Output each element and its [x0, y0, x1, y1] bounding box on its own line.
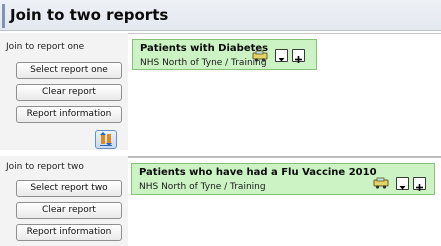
report-one-dropdown-button[interactable]	[275, 49, 288, 62]
report-two-add-button[interactable]	[413, 177, 426, 191]
report-two-label: Join to report two	[6, 162, 84, 172]
clear-report-two-button[interactable]: Clear report	[16, 202, 122, 219]
report-one-section: Join to report one Select report one Cle…	[0, 33, 441, 150]
report-two-title: Patients who have had a Flu Vaccine 2010	[139, 167, 377, 178]
swap-reports-icon	[100, 132, 112, 146]
swap-reports-button[interactable]	[95, 130, 117, 149]
report-two-section: Join to report two Select report two Cle…	[0, 156, 441, 246]
page-title: Join to two reports	[10, 6, 169, 24]
report-one-card[interactable]: Patients with Diabetes NHS North of Tyne…	[132, 39, 317, 70]
plus-icon	[295, 56, 302, 63]
select-report-two-button[interactable]: Select report two	[16, 180, 122, 197]
title-accent	[2, 4, 5, 28]
report-one-controls: Join to report one Select report one Cle…	[0, 33, 128, 150]
plus-icon	[416, 184, 423, 191]
bus-icon	[252, 50, 268, 62]
clear-report-one-button[interactable]: Clear report	[16, 84, 122, 101]
report-two-subtitle: NHS North of Tyne / Training	[139, 182, 266, 192]
dialog-title-bar: Join to two reports	[0, 0, 441, 31]
report-one-area: Patients with Diabetes NHS North of Tyne…	[128, 33, 441, 150]
report-two-card[interactable]: Patients who have had a Flu Vaccine 2010…	[131, 163, 435, 195]
report-one-title: Patients with Diabetes	[140, 43, 269, 54]
report-one-information-button[interactable]: Report information	[16, 106, 122, 123]
report-two-information-button[interactable]: Report information	[16, 224, 122, 241]
report-two-area: Patients who have had a Flu Vaccine 2010…	[128, 156, 441, 246]
dropdown-arrow-icon	[399, 186, 406, 190]
bus-icon	[373, 177, 389, 189]
report-two-controls: Join to report two Select report two Cle…	[0, 156, 128, 246]
report-one-subtitle: NHS North of Tyne / Training	[140, 58, 267, 68]
report-one-add-button[interactable]	[292, 49, 305, 63]
report-one-label: Join to report one	[6, 42, 85, 52]
dropdown-arrow-icon	[278, 58, 285, 62]
report-two-dropdown-button[interactable]	[396, 177, 409, 190]
select-report-one-button[interactable]: Select report one	[16, 62, 122, 79]
